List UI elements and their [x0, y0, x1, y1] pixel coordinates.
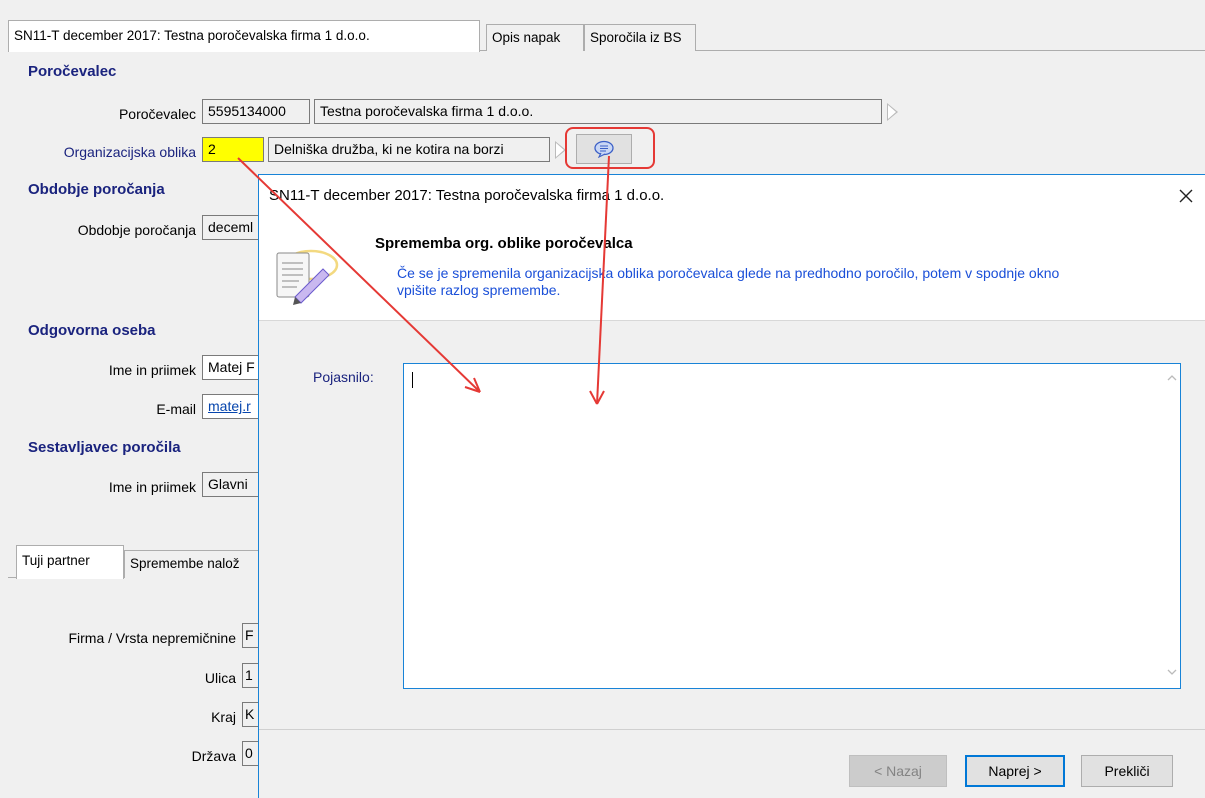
document-pencil-icon: [276, 249, 339, 305]
compiler-name-label: Ime in priimek: [108, 479, 196, 495]
section-heading-obdobje: Obdobje poročanja: [28, 181, 165, 198]
section-heading-sestavljavec: Sestavljavec poročila: [28, 439, 181, 456]
description-line-2: vpišite razlog spremembe.: [397, 282, 561, 298]
org-form-code-field[interactable]: 2: [202, 137, 264, 162]
period-field[interactable]: deceml: [202, 215, 262, 240]
explanation-label: Pojasnilo:: [313, 369, 374, 385]
next-button[interactable]: Naprej >: [965, 755, 1065, 787]
tab-bs-messages[interactable]: Sporočila iz BS: [584, 24, 696, 51]
reporter-id-field[interactable]: 5595134000: [202, 99, 310, 124]
compiler-name-field[interactable]: Glavni: [202, 472, 262, 497]
responsible-name-label: Ime in priimek: [108, 362, 196, 378]
dialog-footer-divider: [259, 729, 1205, 730]
firma-label: Firma / Vrsta nepremičnine: [68, 630, 236, 646]
tab-investment-changes[interactable]: Spremembe nalož: [124, 550, 264, 578]
email-link[interactable]: matej.r: [208, 398, 251, 414]
reporter-label: Poročevalec: [118, 106, 196, 122]
explanation-textarea[interactable]: [403, 363, 1181, 689]
kraj-label: Kraj: [211, 709, 236, 725]
text-caret: [412, 372, 413, 388]
back-button[interactable]: < Nazaj: [849, 755, 947, 787]
ulica-label: Ulica: [204, 670, 236, 686]
reporter-lookup-arrow-icon[interactable]: [887, 103, 898, 121]
tab-foreign-partner[interactable]: Tuji partner: [16, 545, 124, 579]
dialog-titlebar: SN11-T december 2017: Testna poročevalsk…: [259, 175, 1205, 219]
tab-error-description[interactable]: Opis napak: [486, 24, 584, 51]
dialog-title: SN11-T december 2017: Testna poročevalsk…: [269, 187, 665, 204]
textarea-scrollbar[interactable]: [1163, 364, 1180, 688]
org-form-change-dialog: SN11-T december 2017: Testna poročevalsk…: [258, 174, 1205, 798]
main-tab-bar: SN11-T december 2017: Testna poročevalsk…: [8, 20, 1205, 52]
org-form-label: Organizacijska oblika: [63, 144, 196, 160]
cancel-button[interactable]: Prekliči: [1081, 755, 1173, 787]
email-label: E-mail: [156, 401, 196, 417]
reporter-name-field[interactable]: Testna poročevalska firma 1 d.o.o.: [314, 99, 882, 124]
dialog-close-button[interactable]: [1171, 181, 1201, 211]
email-field[interactable]: matej.r: [202, 394, 262, 419]
scroll-down-icon[interactable]: [1167, 668, 1177, 676]
dialog-header-title: Sprememba org. oblike poročevalca: [375, 235, 633, 252]
section-heading-porocevalec: Poročevalec: [28, 63, 117, 80]
dialog-header: Sprememba org. oblike poročevalca Če se …: [259, 219, 1205, 321]
tab-report[interactable]: SN11-T december 2017: Testna poročevalsk…: [8, 20, 480, 52]
dialog-header-description: Če se je spremenila organizacijska oblik…: [397, 265, 1059, 299]
drzava-label: Država: [191, 748, 236, 764]
section-heading-odgovorna: Odgovorna oseba: [28, 322, 156, 339]
close-icon: [1179, 189, 1193, 203]
annotation-highlight-box: [565, 127, 655, 169]
description-line-1: Če se je spremenila organizacijska oblik…: [397, 265, 1060, 281]
responsible-name-field[interactable]: Matej F: [202, 355, 262, 380]
scroll-up-icon[interactable]: [1167, 374, 1177, 382]
org-form-text-field[interactable]: Delniška družba, ki ne kotira na borzi: [268, 137, 550, 162]
period-label: Obdobje poročanja: [77, 222, 196, 238]
